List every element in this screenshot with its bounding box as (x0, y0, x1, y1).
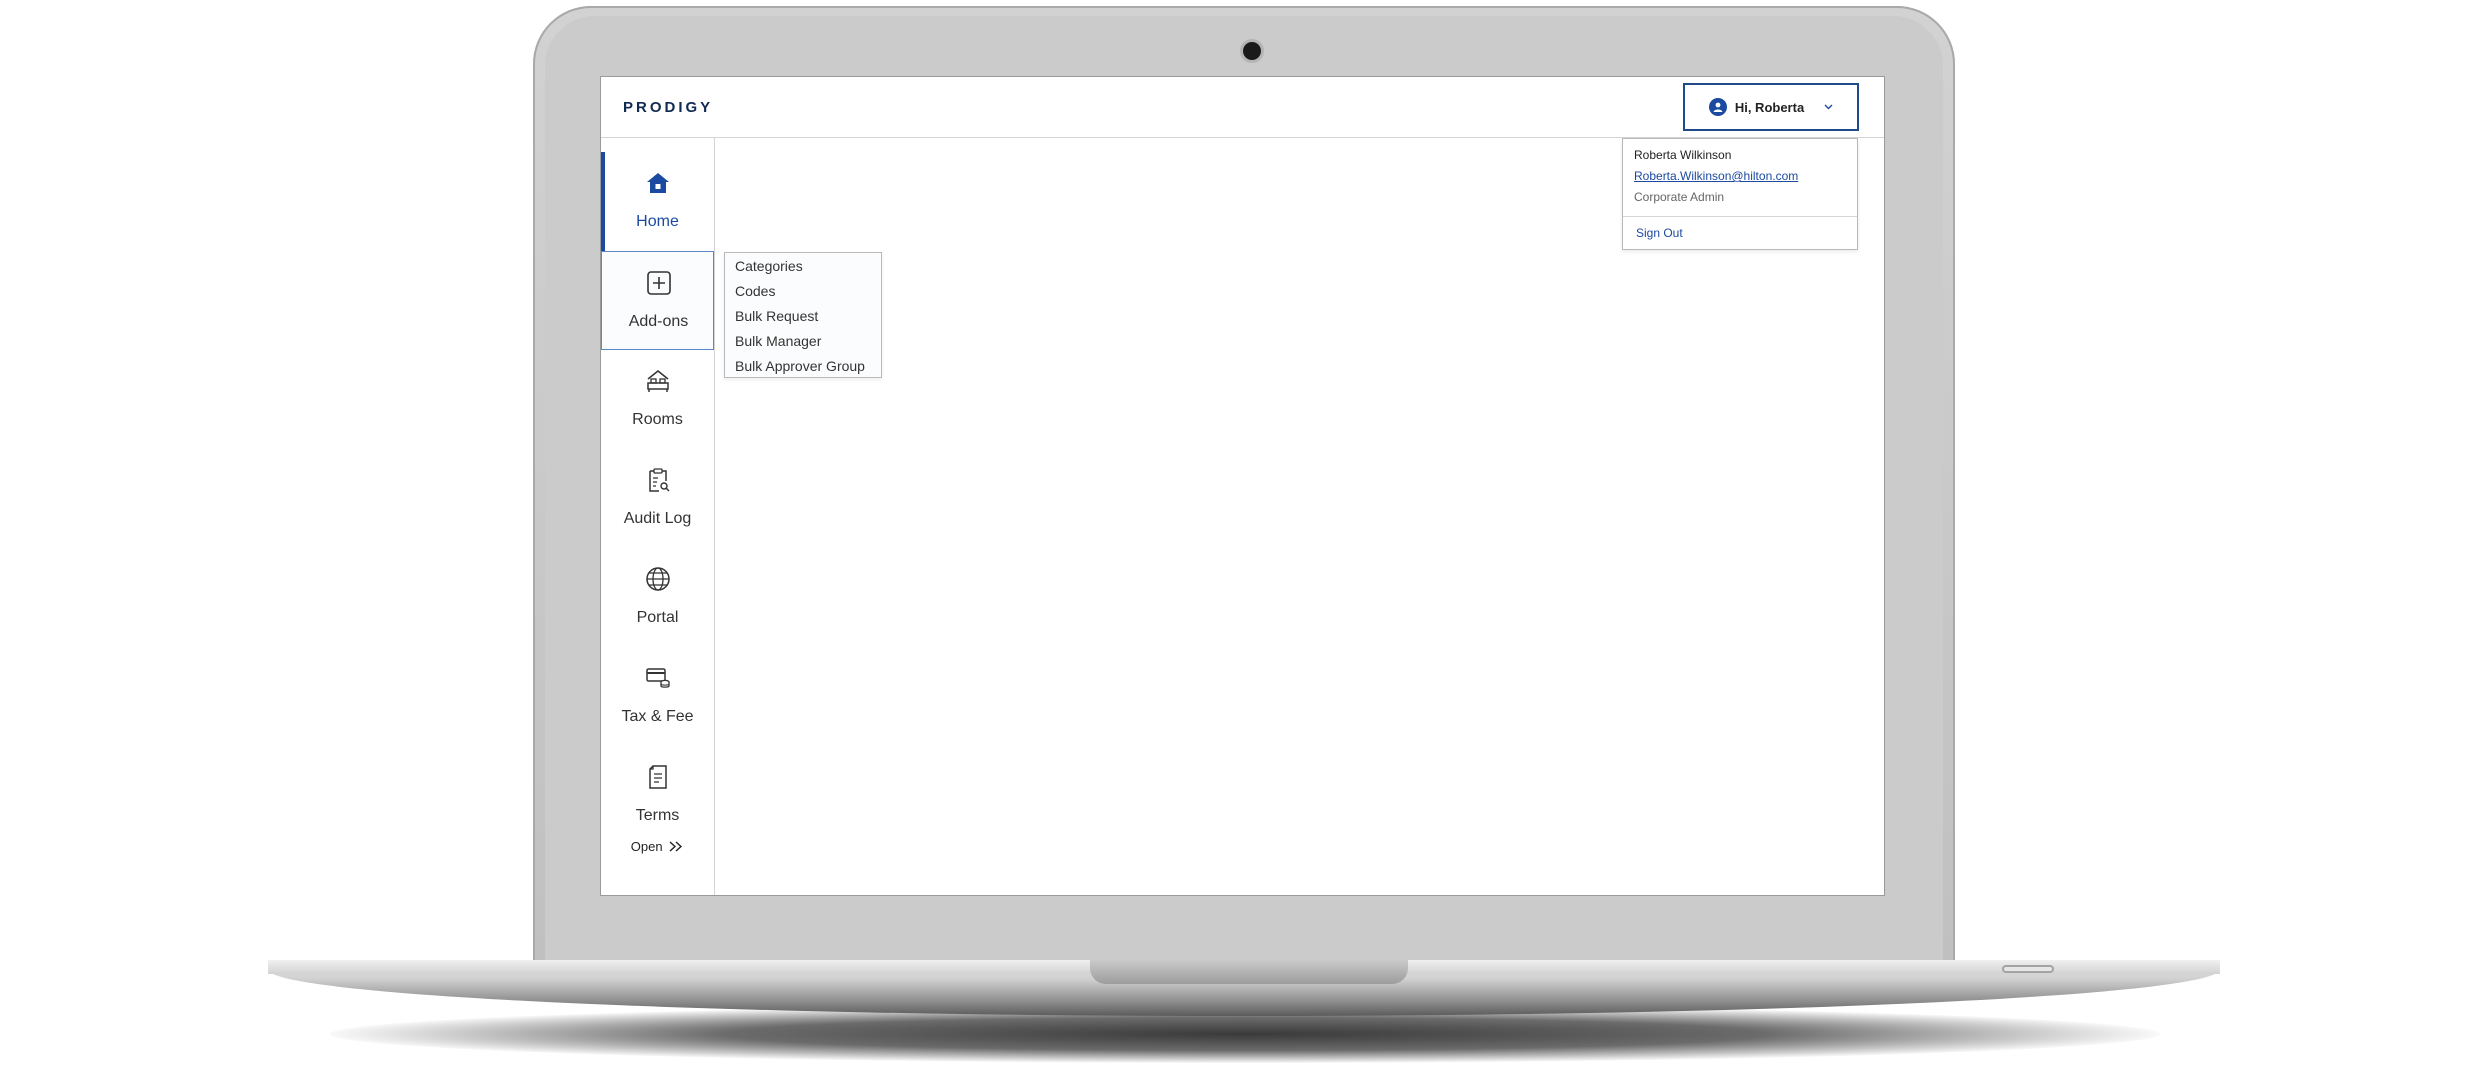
sidebar-item-tax-fee[interactable]: Tax & Fee (601, 647, 714, 746)
card-coins-icon (646, 668, 670, 688)
sidebar-item-audit-log[interactable]: Audit Log (601, 449, 714, 548)
user-greeting: Hi, Roberta (1734, 99, 1805, 115)
open-label: Open (630, 839, 663, 854)
document-icon (649, 765, 667, 789)
sidebar-item-portal[interactable]: Portal (601, 548, 714, 647)
app-screen: PRODIGY Hi, Roberta Roberta Wilkinson Ro… (600, 76, 1885, 896)
user-icon (1708, 98, 1727, 116)
laptop-notch (1090, 960, 1408, 984)
sidebar-item-label: Home (636, 213, 679, 230)
sidebar-item-label: Add-ons (628, 313, 689, 330)
clipboard-search-icon (649, 468, 670, 492)
bed-icon (647, 370, 669, 392)
laptop-side-slot (2002, 965, 2054, 973)
double-chevron-right-icon (669, 841, 683, 852)
top-bar: PRODIGY Hi, Roberta (601, 77, 1884, 138)
globe-icon (646, 567, 670, 591)
sidebar-open-toggle[interactable]: Open (601, 839, 714, 854)
sidebar-item-home[interactable]: Home (601, 152, 714, 251)
sidebar-item-rooms[interactable]: Rooms (601, 350, 714, 449)
prodigy-logo[interactable]: PRODIGY (623, 99, 713, 116)
sidebar-item-add-ons[interactable]: Add-ons (601, 251, 714, 350)
sidebar-item-label: Portal (636, 609, 679, 626)
chevron-down-icon (1824, 101, 1833, 113)
sidebar-item-terms[interactable]: Terms (601, 746, 714, 845)
main-content-area (715, 138, 1884, 895)
sidebar: Home Add-ons Rooms Audit Log Portal Tax … (601, 138, 715, 895)
sidebar-item-label: Audit Log (623, 510, 692, 527)
sidebar-item-label: Rooms (632, 411, 683, 428)
sidebar-item-label: Terms (635, 807, 680, 824)
camera-icon (1243, 42, 1261, 60)
user-menu-button[interactable]: Hi, Roberta (1683, 83, 1859, 131)
home-icon (647, 173, 669, 193)
sidebar-item-label: Tax & Fee (621, 708, 694, 725)
plus-square-icon (647, 271, 671, 295)
